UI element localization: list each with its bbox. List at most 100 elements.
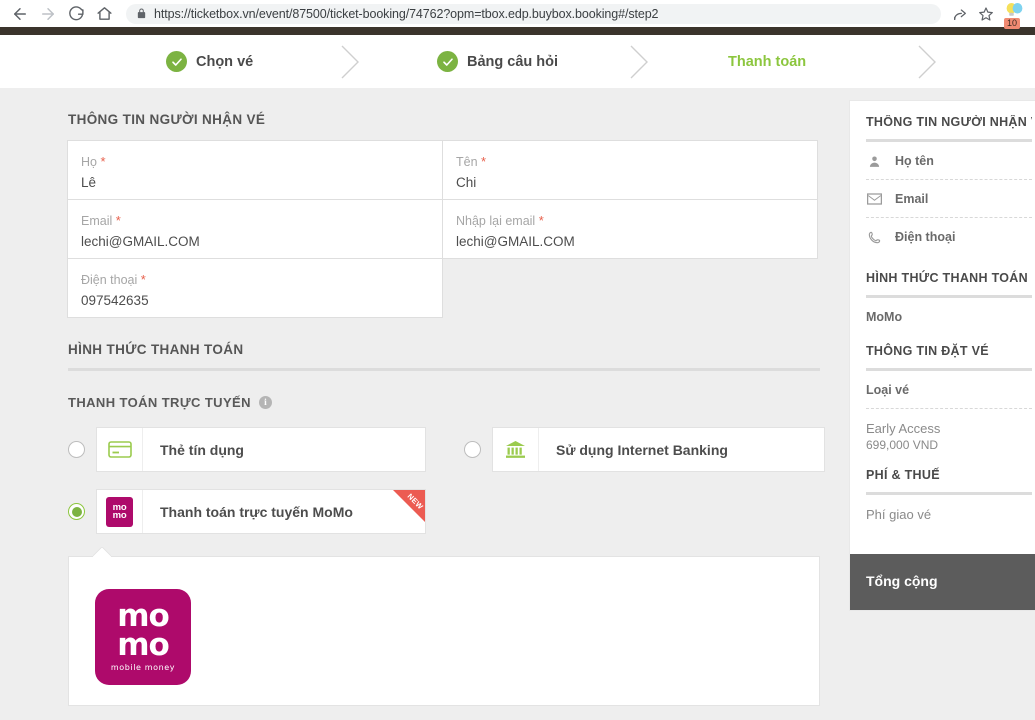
payment-card-credit[interactable]: Thẻ tín dụng bbox=[96, 427, 426, 472]
step-label: Chọn vé bbox=[196, 54, 253, 70]
field-label: Email * bbox=[81, 213, 429, 228]
payment-option-internet-banking[interactable]: Sử dụng Internet Banking bbox=[464, 427, 825, 472]
sidebar-payment-header: HÌNH THỨC THANH TOÁN bbox=[866, 271, 1032, 285]
phone-icon bbox=[866, 231, 882, 244]
momo-line-2: mo bbox=[113, 512, 127, 520]
step-label: Bảng câu hỏi bbox=[467, 54, 558, 70]
lock-icon bbox=[136, 7, 147, 20]
online-payment-subsection: THANH TOÁN TRỰC TUYẾN i bbox=[68, 395, 820, 410]
field-label: Họ * bbox=[81, 154, 429, 169]
panel-caret bbox=[93, 547, 111, 557]
field-value: 097542635 bbox=[81, 293, 429, 308]
required-marker: * bbox=[141, 272, 146, 287]
sidebar-payment-value: MoMo bbox=[866, 298, 1032, 328]
field-value: lechi@GMAIL.COM bbox=[81, 234, 429, 249]
order-total-label: Tổng cộng bbox=[866, 573, 938, 589]
field-label: Nhập lại email * bbox=[456, 213, 804, 228]
field-label-text: Email bbox=[81, 214, 112, 228]
radio-credit-card[interactable] bbox=[68, 441, 85, 458]
back-arrow-icon[interactable] bbox=[6, 2, 34, 26]
payment-options-row-2: mo mo Thanh toán trực tuyến MoMo NEW bbox=[68, 489, 820, 534]
checkout-step-bar: Chọn vé Bảng câu hỏi Thanh toán bbox=[0, 35, 1035, 88]
online-payment-title: THANH TOÁN TRỰC TUYẾN bbox=[68, 395, 251, 410]
new-ribbon-label: NEW bbox=[406, 492, 425, 512]
sidebar-row-label: Họ tên bbox=[895, 154, 934, 168]
order-summary-card: THÔNG TIN NGƯỜI NHẬN VÉ Họ tên Email Điệ… bbox=[849, 100, 1035, 611]
main-column: THÔNG TIN NGƯỜI NHẬN VÉ Họ * Lê Tên * Ch… bbox=[68, 88, 820, 706]
field-value: Chi bbox=[456, 175, 804, 190]
chevron-right-icon bbox=[338, 43, 362, 81]
site-top-band bbox=[0, 27, 1035, 35]
sidebar-ticket-type-label: Loại vé bbox=[866, 371, 1032, 409]
receiver-section-title: THÔNG TIN NGƯỜI NHẬN VÉ bbox=[68, 112, 820, 127]
share-icon[interactable] bbox=[947, 2, 973, 26]
payment-label: Sử dụng Internet Banking bbox=[539, 428, 728, 471]
payment-card-momo[interactable]: mo mo Thanh toán trực tuyến MoMo NEW bbox=[96, 489, 426, 534]
envelope-icon bbox=[866, 193, 882, 205]
bank-icon bbox=[493, 428, 539, 471]
required-marker: * bbox=[116, 213, 121, 228]
momo-logo-tagline: mobile money bbox=[111, 663, 175, 672]
address-bar-url: https://ticketbox.vn/event/87500/ticket-… bbox=[154, 7, 658, 21]
forward-arrow-icon[interactable] bbox=[34, 2, 62, 26]
payment-label: Thanh toán trực tuyến MoMo bbox=[143, 490, 353, 533]
payment-option-credit-card[interactable]: Thẻ tín dụng bbox=[68, 427, 426, 472]
payment-options-row-1: Thẻ tín dụng bbox=[68, 427, 820, 472]
step-chon-ve[interactable]: Chọn vé bbox=[166, 51, 253, 72]
payment-section-title: HÌNH THỨC THANH TOÁN bbox=[68, 342, 820, 357]
new-ribbon: NEW bbox=[379, 490, 425, 534]
momo-detail-panel: mo mo mobile money bbox=[68, 556, 820, 706]
field-label: Điện thoại * bbox=[81, 272, 429, 287]
sidebar-row-email: Email bbox=[866, 180, 1032, 218]
order-total-bar: Tổng cộng bbox=[850, 554, 1035, 610]
credit-card-icon bbox=[97, 428, 143, 471]
field-dien-thoai[interactable]: Điện thoại * 097542635 bbox=[67, 258, 443, 318]
field-spacer bbox=[442, 258, 818, 318]
info-icon[interactable]: i bbox=[259, 396, 272, 409]
payment-card-internet-banking[interactable]: Sử dụng Internet Banking bbox=[492, 427, 825, 472]
required-marker: * bbox=[481, 154, 486, 169]
field-label-text: Họ bbox=[81, 155, 97, 169]
momo-logo-line-2: mo bbox=[117, 631, 169, 660]
browser-toolbar: https://ticketbox.vn/event/87500/ticket-… bbox=[0, 0, 1035, 27]
sidebar-row-label: Điện thoại bbox=[895, 230, 955, 244]
receiver-form: Họ * Lê Tên * Chi Email * lechi@GMAIL.CO… bbox=[68, 141, 818, 318]
radio-momo[interactable] bbox=[68, 503, 85, 520]
momo-logo-large: mo mo mobile money bbox=[95, 589, 191, 685]
order-summary-content: THÔNG TIN NGƯỜI NHẬN VÉ Họ tên Email Điệ… bbox=[850, 101, 1035, 554]
user-icon bbox=[866, 155, 882, 168]
divider bbox=[68, 368, 820, 371]
field-label-text: Nhập lại email bbox=[456, 214, 535, 228]
field-value: lechi@GMAIL.COM bbox=[456, 234, 804, 249]
field-ho[interactable]: Họ * Lê bbox=[67, 140, 443, 200]
momo-logo-small: mo mo bbox=[106, 497, 133, 527]
address-bar[interactable]: https://ticketbox.vn/event/87500/ticket-… bbox=[126, 4, 941, 24]
radio-internet-banking[interactable] bbox=[464, 441, 481, 458]
page-body: THÔNG TIN NGƯỜI NHẬN VÉ Họ * Lê Tên * Ch… bbox=[0, 88, 1035, 720]
check-circle-icon bbox=[437, 51, 458, 72]
required-marker: * bbox=[539, 213, 544, 228]
step-thanh-toan[interactable]: Thanh toán bbox=[728, 54, 806, 70]
field-ten[interactable]: Tên * Chi bbox=[442, 140, 818, 200]
required-marker: * bbox=[100, 154, 105, 169]
payment-label: Thẻ tín dụng bbox=[143, 428, 244, 471]
field-email-confirm[interactable]: Nhập lại email * lechi@GMAIL.COM bbox=[442, 199, 818, 259]
home-icon[interactable] bbox=[90, 2, 118, 26]
sidebar-ticket-name: Early Access bbox=[866, 409, 1032, 436]
sidebar-row-label: Email bbox=[895, 192, 928, 206]
sidebar-fee-label: Phí giao vé bbox=[866, 495, 1032, 544]
sidebar-row-phone: Điện thoại bbox=[866, 218, 1032, 255]
field-label-text: Điện thoại bbox=[81, 273, 137, 287]
extension-icon[interactable]: 10 bbox=[999, 1, 1029, 27]
field-email[interactable]: Email * lechi@GMAIL.COM bbox=[67, 199, 443, 259]
momo-icon: mo mo bbox=[97, 490, 143, 533]
sidebar-row-name: Họ tên bbox=[866, 142, 1032, 180]
star-icon[interactable] bbox=[973, 2, 999, 26]
check-circle-icon bbox=[166, 51, 187, 72]
sidebar-booking-header: THÔNG TIN ĐẶT VÉ bbox=[866, 344, 1032, 358]
reload-icon[interactable] bbox=[62, 2, 90, 26]
chevron-right-icon bbox=[627, 43, 651, 81]
step-bang-cau-hoi[interactable]: Bảng câu hỏi bbox=[437, 51, 558, 72]
payment-option-momo[interactable]: mo mo Thanh toán trực tuyến MoMo NEW bbox=[68, 489, 426, 534]
sidebar-fee-header: PHÍ & THUẾ bbox=[866, 468, 1032, 482]
